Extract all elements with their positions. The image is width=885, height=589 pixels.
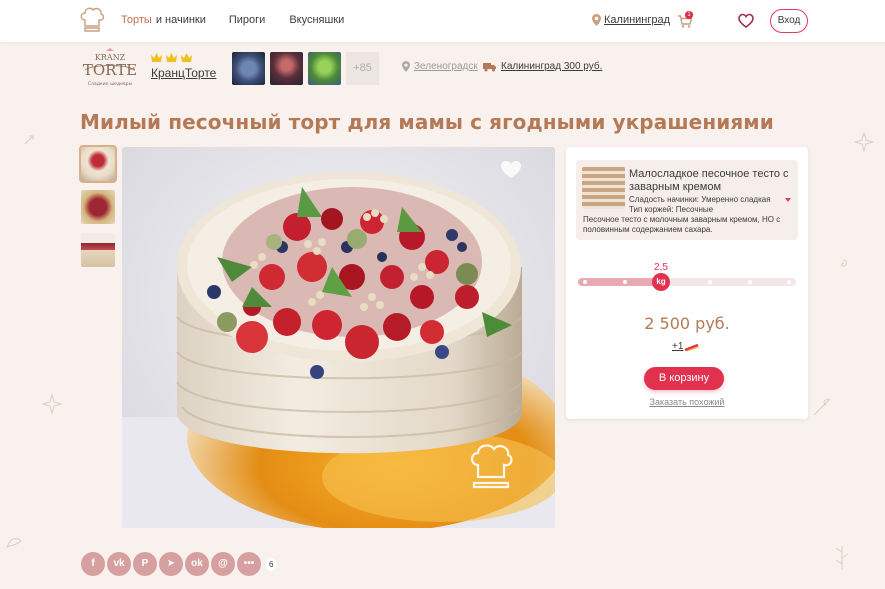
weight-step[interactable] [787,280,791,284]
filling-description: Песочное тесто с молочным заварным кремо… [583,215,781,234]
facebook-icon[interactable]: f [81,552,105,576]
main-product-photo[interactable] [122,147,555,528]
login-button[interactable]: Вход [770,9,808,33]
map-pin-icon [402,61,410,72]
gallery-thumb[interactable] [79,145,117,183]
email-icon[interactable]: @ [211,552,235,576]
crown-icon [181,53,192,62]
shop-photo-thumb[interactable] [270,52,303,85]
shop-location-text: Зеленоградск [414,61,478,72]
delivery-info[interactable]: Калининград 300 руб. [483,61,602,72]
order-card: Малосладкое песочное тесто с заварным кр… [566,147,808,419]
svg-text:TORTE: TORTE [83,61,137,79]
city-name: Калининград [604,14,671,26]
favorites-heart-icon[interactable] [738,13,754,29]
social-share-bar: f vk P ➤ ok @ ••• 6 [81,552,277,576]
decorative-doodle-icon [841,259,847,267]
telegram-icon[interactable]: ➤ [159,552,183,576]
filling-name: Малосладкое песочное тесто с заварным кр… [629,168,789,193]
weight-step[interactable] [623,280,627,284]
gallery-thumb[interactable] [81,190,115,224]
shop-rating-crowns [151,53,192,62]
delivery-text: Калининград 300 руб. [501,61,603,72]
nav-snacks[interactable]: Вкусняшки [289,14,344,26]
weight-step[interactable] [748,280,752,284]
chevron-down-icon[interactable] [785,198,791,202]
decorative-doodle-icon [41,393,63,415]
map-pin-icon [592,14,601,26]
more-photos-button[interactable]: +85 [346,52,379,85]
filling-sweetness: Сладость начинки: Умеренно сладкая [629,195,771,204]
decorative-doodle-icon [24,135,34,145]
share-count: 6 [266,557,277,571]
decorative-doodle-icon [853,131,875,153]
decorative-doodle-icon [6,538,22,549]
shop-logo[interactable]: KRANZ TORTE Сладкие шедевры [79,48,141,90]
shop-location[interactable]: Зеленоградск [402,61,478,72]
vk-icon[interactable]: vk [107,552,131,576]
shop-photos-row: +85 [232,52,379,85]
cart-count-badge: 1 [685,11,693,19]
bonus-points: +1 [672,341,700,352]
gallery-thumbnails [79,145,117,267]
filling-image [582,167,625,209]
gallery-thumb[interactable] [81,233,115,267]
nav-pies[interactable]: Пироги [229,14,265,26]
chef-hat-logo-icon[interactable] [79,6,105,34]
weight-step[interactable] [583,280,587,284]
truck-icon [483,62,496,71]
shop-photo-thumb[interactable] [232,52,265,85]
weight-value: 2,5 [654,262,668,273]
more-share-icon[interactable]: ••• [237,552,261,576]
add-to-cart-button[interactable]: В корзину [644,367,724,390]
weight-slider-knob[interactable]: kg [652,273,670,291]
order-similar-link[interactable]: Заказать похожий [566,397,808,407]
bonus-value: +1 [672,341,684,352]
city-selector[interactable]: Калининград [592,14,670,26]
price: 2 500 руб. [644,314,730,333]
filling-layer-type: Тип коржей: Песочные [629,205,714,214]
top-header: Торты и начинки Пироги Вкусняшки Калинин… [0,0,885,42]
filling-selector[interactable]: Малосладкое песочное тесто с заварным кр… [576,160,798,240]
nav-cakes-fillings[interactable]: и начинки [156,14,206,26]
weight-slider[interactable]: 2,5 kg [578,262,796,291]
weight-step[interactable] [708,280,712,284]
page-title: Милый песочный торт для мамы с ягодными … [80,110,774,134]
cart-button[interactable]: 1 [678,11,698,30]
decorative-doodle-icon [835,546,849,570]
svg-text:Сладкие шедевры: Сладкие шедевры [88,81,133,87]
nav-cakes[interactable]: Торты [121,14,152,26]
pinterest-icon[interactable]: P [133,552,157,576]
crown-icon [151,53,162,62]
shop-name-link[interactable]: КранцТорте [151,66,216,80]
shop-photo-thumb[interactable] [308,52,341,85]
decorative-doodle-icon [813,398,831,416]
candle-icon [684,343,700,351]
main-nav: Торты и начинки Пироги Вкусняшки [121,14,344,26]
crown-icon [166,53,177,62]
weight-slider-fill [578,278,661,286]
odnoklassniki-icon[interactable]: ok [185,552,209,576]
